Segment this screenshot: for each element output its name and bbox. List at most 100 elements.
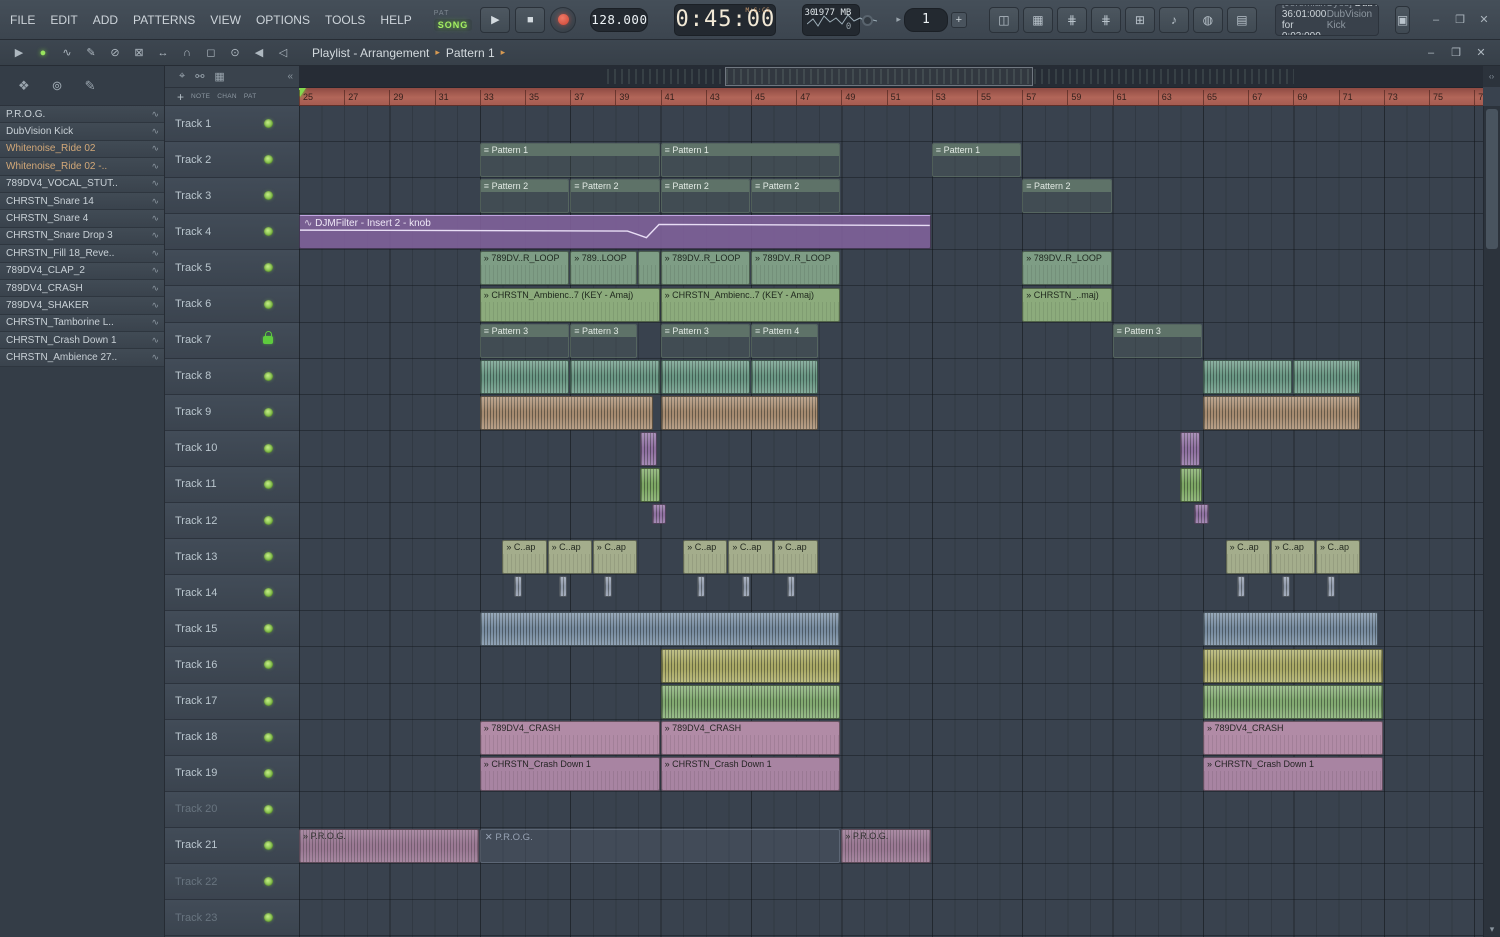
playback-tool-icon[interactable]: ◀ — [248, 43, 270, 63]
track-header[interactable]: Track 9 — [165, 394, 299, 431]
audio-clip[interactable]: 789DV..R_LOOP — [479, 251, 570, 286]
scrollbar-thumb[interactable] — [1486, 109, 1498, 249]
back-arrow-icon[interactable]: ◁ — [272, 43, 294, 63]
menu-view[interactable]: VIEW — [210, 13, 241, 27]
panel-minimize-button[interactable]: – — [1420, 43, 1442, 63]
audio-clip[interactable] — [640, 468, 660, 502]
mute-led[interactable] — [264, 516, 273, 526]
audio-clip[interactable] — [660, 395, 818, 430]
shop-button[interactable]: ▣ — [1395, 5, 1410, 34]
record-button[interactable] — [550, 6, 577, 33]
track-lane[interactable] — [299, 864, 1483, 901]
audio-clip[interactable]: 789DV4_CRASH — [1203, 720, 1383, 755]
pattern-clip[interactable]: Pattern 4 — [751, 323, 818, 358]
picker-item[interactable]: CHRSTN_Fill 18_Reve.. ∿ — [0, 245, 164, 263]
audio-clip[interactable] — [479, 612, 841, 647]
pat-song-toggle[interactable]: PAT SONG — [433, 9, 473, 31]
menu-add[interactable]: ADD — [93, 13, 118, 27]
lock-icon[interactable] — [263, 331, 273, 345]
menu-help[interactable]: HELP — [380, 13, 411, 27]
playlist-window-button[interactable]: ◫ — [988, 6, 1019, 33]
mute-led[interactable] — [264, 263, 273, 273]
menu-tools[interactable]: TOOLS — [325, 13, 365, 27]
track-lane[interactable] — [299, 792, 1483, 828]
track-header[interactable]: Track 23 — [165, 900, 299, 937]
picker-item[interactable]: CHRSTN_Snare 4 ∿ — [0, 210, 164, 228]
audio-clip[interactable]: C..ap — [1316, 540, 1361, 575]
pattern-number-display[interactable]: 1 — [903, 7, 948, 32]
mute-led[interactable] — [264, 119, 273, 129]
track-lane[interactable] — [299, 431, 1483, 467]
tempo-display[interactable]: 128.000 — [590, 7, 649, 32]
pattern-name[interactable]: Pattern 1 — [446, 46, 495, 60]
audio-clip[interactable]: 789..LOOP — [570, 251, 637, 286]
audio-clip[interactable] — [1293, 359, 1361, 394]
track-header[interactable]: Track 6 — [165, 286, 299, 323]
audio-clip[interactable] — [696, 576, 705, 598]
track-header[interactable]: Track 11 — [165, 466, 299, 504]
mute-led[interactable] — [264, 407, 273, 417]
audio-clip[interactable] — [1203, 359, 1293, 394]
track-lane[interactable] — [299, 106, 1483, 143]
pattern-clip[interactable]: Pattern 2 — [1022, 179, 1112, 214]
note-mode-label[interactable]: NOTE — [191, 93, 210, 100]
mute-led[interactable] — [264, 768, 273, 778]
track-header[interactable]: Track 17 — [165, 683, 299, 720]
touch-keyboard-button[interactable]: ▤ — [1226, 6, 1257, 33]
audio-clip[interactable] — [1180, 431, 1200, 466]
track-lane[interactable] — [299, 287, 1483, 323]
track-header[interactable]: Track 4 — [165, 214, 299, 251]
volume-knob[interactable] — [862, 14, 874, 26]
piano-roll-window-button[interactable]: ▦ — [1022, 6, 1053, 33]
play-truncate-icon[interactable]: ▶ — [8, 43, 30, 63]
pattern-clip[interactable]: Pattern 3 — [570, 323, 637, 358]
pattern-clip[interactable]: Pattern 2 — [660, 179, 750, 214]
audio-clip[interactable]: CHRSTN_Crash Down 1 — [660, 756, 841, 791]
track-header[interactable]: Track 21 — [165, 827, 299, 864]
audio-clip[interactable] — [1236, 576, 1245, 598]
mute-led[interactable] — [264, 552, 273, 562]
audio-clip[interactable]: 789DV4_CRASH — [479, 720, 660, 755]
audio-clip[interactable] — [660, 648, 841, 683]
add-track-button[interactable]: + — [177, 90, 184, 104]
track-header[interactable]: Track 2 — [165, 142, 299, 179]
audio-clip[interactable] — [1282, 576, 1291, 598]
audio-clip[interactable] — [660, 684, 841, 719]
picker-item[interactable]: CHRSTN_Tamborine L.. ∿ — [0, 314, 164, 333]
track-header[interactable]: Track 10 — [165, 430, 299, 467]
audio-clip[interactable]: C..ap — [592, 540, 637, 575]
mute-led[interactable] — [264, 588, 273, 598]
pattern-add-button[interactable]: + — [950, 11, 967, 28]
audio-clip[interactable] — [479, 395, 653, 430]
audio-clip[interactable] — [638, 251, 660, 286]
picker-edit-icon[interactable]: ✎ — [85, 78, 96, 94]
panel-maximize-button[interactable]: ❒ — [1445, 43, 1467, 63]
audio-clip[interactable] — [479, 359, 570, 394]
track-lane[interactable] — [299, 142, 1483, 179]
mute-tool-icon[interactable]: ⊘ — [104, 43, 126, 63]
mute-led[interactable] — [264, 155, 273, 165]
picker-item[interactable]: CHRSTN_Crash Down 1 ∿ — [0, 332, 164, 350]
step-edit-icon[interactable]: ∿ — [56, 43, 78, 63]
picker-item[interactable]: 789DV4_CRASH ∿ — [0, 279, 164, 298]
audio-clip[interactable] — [660, 359, 750, 394]
track-header[interactable]: Track 1 — [165, 106, 299, 143]
audio-clip[interactable] — [513, 576, 522, 598]
audio-clip[interactable]: P.R.O.G. — [299, 829, 479, 863]
menu-edit[interactable]: EDIT — [50, 13, 77, 27]
pat-label[interactable]: PAT — [434, 9, 450, 19]
track-header[interactable]: Track 18 — [165, 719, 299, 756]
audio-clip[interactable] — [570, 359, 660, 394]
track-header[interactable]: Track 22 — [165, 863, 299, 901]
select-tool-icon[interactable]: ◻ — [200, 43, 222, 63]
audio-clip[interactable]: C..ap — [1225, 540, 1270, 575]
track-lane[interactable] — [299, 575, 1483, 612]
chan-mode-label[interactable]: CHAN — [217, 93, 237, 100]
pattern-clip[interactable]: Pattern 2 — [751, 179, 841, 214]
audio-clip[interactable]: 789DV4_CRASH — [660, 720, 841, 755]
audio-clip[interactable] — [1193, 504, 1209, 525]
playlist-minimap[interactable]: ‹› — [299, 66, 1500, 88]
picker-item[interactable]: CHRSTN_Snare Drop 3 ∿ — [0, 227, 164, 246]
menu-file[interactable]: FILE — [10, 13, 35, 27]
audio-clip[interactable] — [604, 576, 613, 598]
